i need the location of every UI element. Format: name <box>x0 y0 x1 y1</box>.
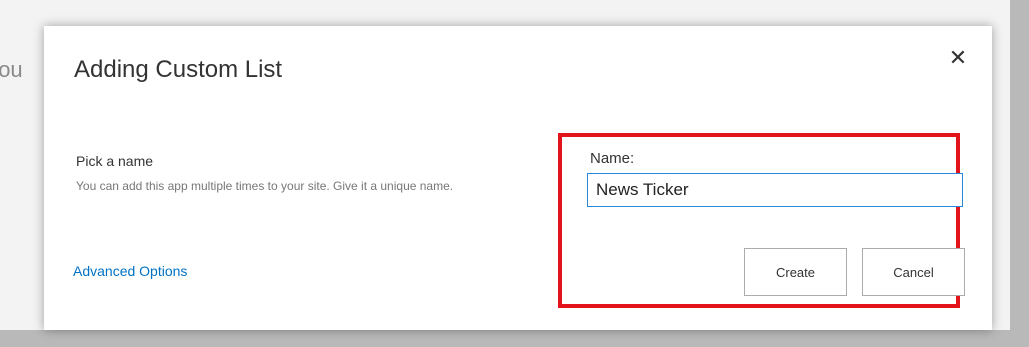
advanced-options-link[interactable]: Advanced Options <box>73 263 187 279</box>
cancel-button[interactable]: Cancel <box>862 248 965 296</box>
background-page-text: 'ou <box>0 57 23 82</box>
create-button[interactable]: Create <box>744 248 847 296</box>
add-custom-list-dialog: Adding Custom List ✕ Pick a name You can… <box>44 26 992 330</box>
name-field-label: Name: <box>590 150 635 167</box>
pick-name-label: Pick a name <box>76 153 154 169</box>
name-input[interactable] <box>587 173 963 207</box>
dialog-title: Adding Custom List <box>74 56 283 83</box>
close-icon: ✕ <box>948 45 968 70</box>
close-button[interactable]: ✕ <box>946 45 970 70</box>
pick-name-description: You can add this app multiple times to y… <box>76 179 454 193</box>
